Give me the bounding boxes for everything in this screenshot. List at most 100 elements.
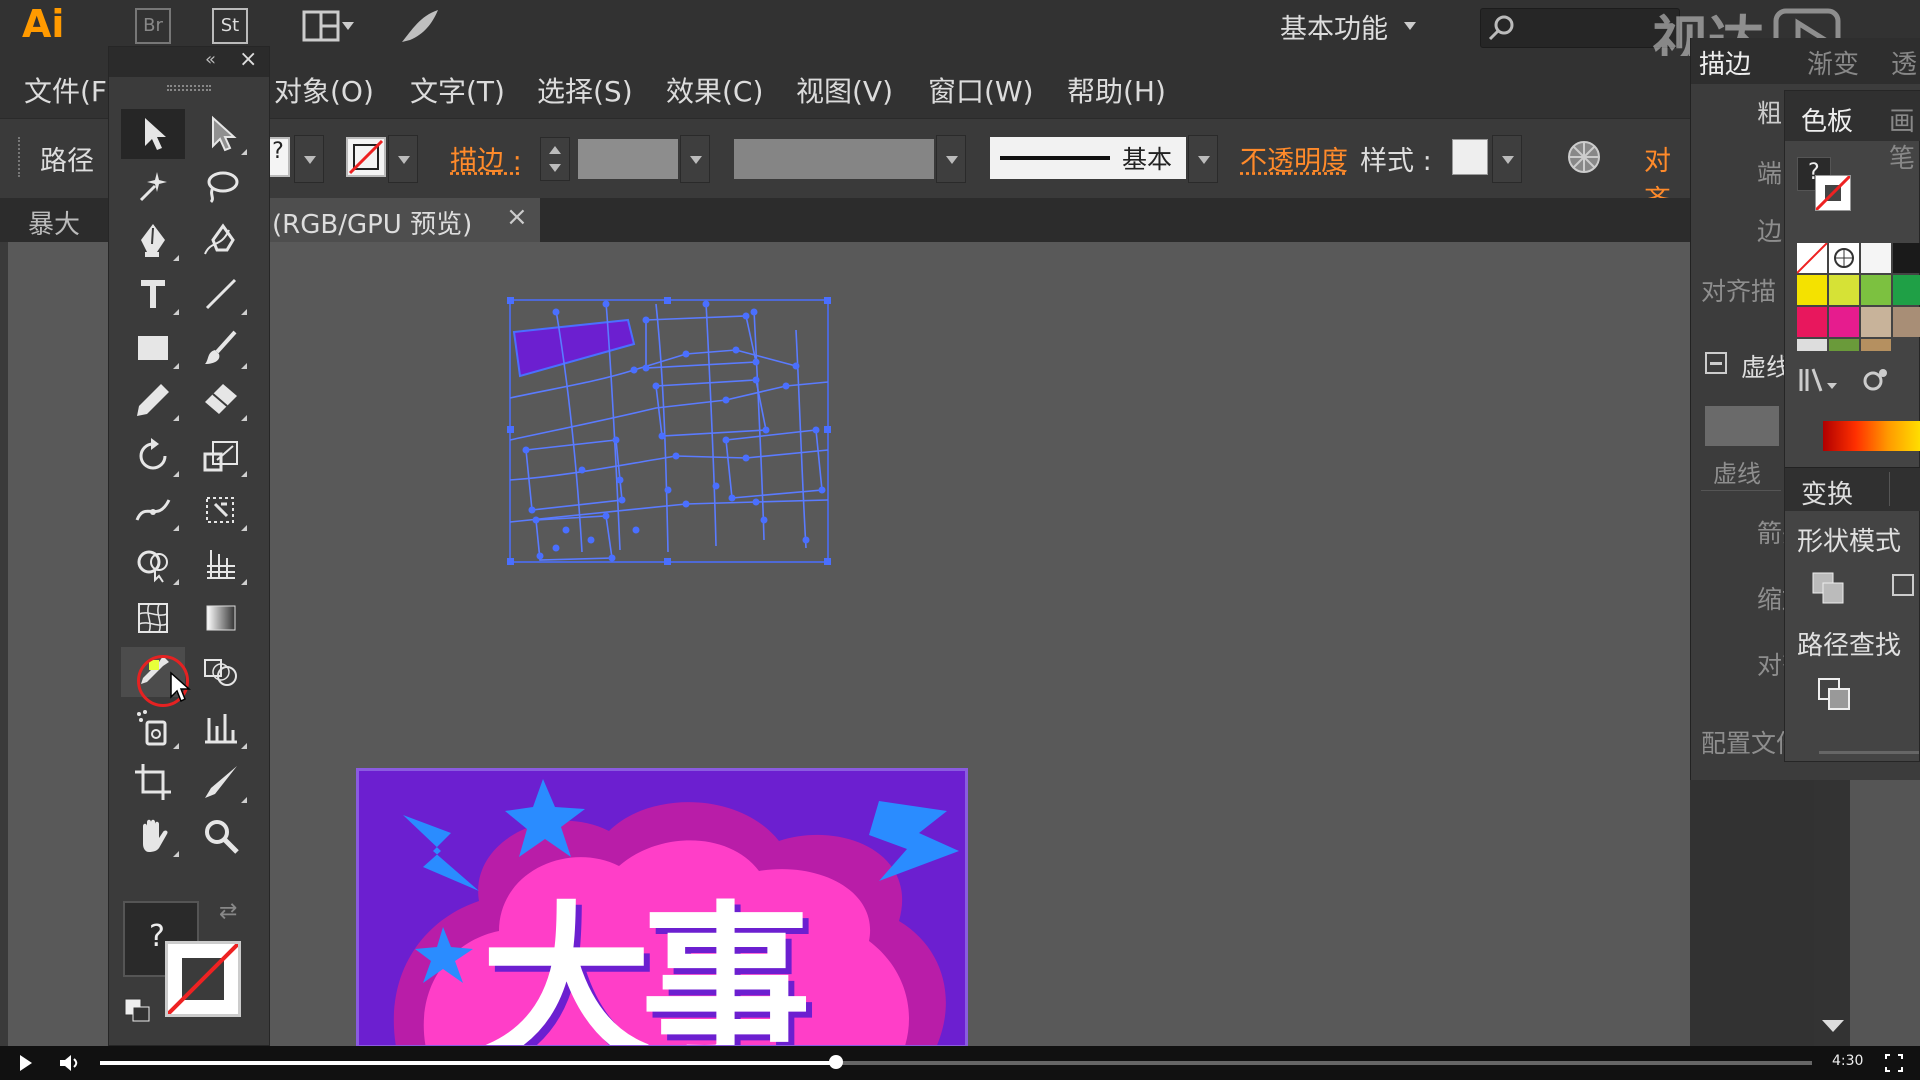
swatch-stroke-none[interactable]	[1815, 175, 1851, 211]
opacity-label[interactable]: 不透明度	[1240, 139, 1348, 178]
document-tab-inactive[interactable]: 暴大事	[0, 198, 100, 242]
close-panel-icon[interactable]: ×	[239, 47, 257, 72]
dash-field[interactable]	[1705, 406, 1779, 446]
grip-handle[interactable]	[18, 137, 22, 177]
dashed-line-checkbox[interactable]	[1705, 352, 1727, 374]
stroke-color-box[interactable]	[165, 941, 241, 1017]
scroll-down-icon[interactable]	[1818, 1016, 1848, 1036]
selection-tool[interactable]	[121, 109, 185, 159]
color-spectrum[interactable]	[1823, 421, 1920, 451]
default-fill-stroke-icon[interactable]	[123, 997, 151, 1023]
paintbrush-tool[interactable]	[189, 323, 253, 373]
unite-button[interactable]	[1811, 571, 1847, 607]
type-tool[interactable]	[121, 269, 185, 319]
pen-tool[interactable]	[121, 215, 185, 265]
gpu-performance-icon[interactable]	[398, 6, 442, 48]
stroke-weight-dropdown[interactable]	[680, 135, 710, 183]
hand-tool[interactable]	[121, 811, 185, 861]
menu-effect[interactable]: 效果(C)	[666, 70, 763, 110]
tab-transparency[interactable]: 透	[1891, 44, 1917, 81]
selected-artwork[interactable]	[496, 290, 836, 590]
symbol-sprayer-tool[interactable]	[121, 703, 185, 753]
stock-button[interactable]: St	[212, 8, 248, 44]
menu-help[interactable]: 帮助(H)	[1067, 70, 1166, 110]
unite-icon	[1811, 571, 1847, 607]
poster-artwork[interactable]: 大事	[356, 768, 968, 1048]
arrange-documents-button[interactable]	[302, 10, 356, 44]
volume-icon[interactable]	[58, 1053, 82, 1073]
divide-button[interactable]	[1817, 677, 1853, 713]
tab-swatches[interactable]: 色板	[1801, 101, 1853, 138]
gradient-tool[interactable]	[189, 593, 253, 643]
fill-swatch[interactable]: ?	[268, 137, 290, 177]
stroke-swatch[interactable]	[346, 137, 386, 177]
line-segment-tool[interactable]	[189, 269, 253, 319]
eraser-tool[interactable]	[189, 375, 253, 425]
direct-selection-tool[interactable]	[189, 109, 253, 159]
pen-icon	[133, 220, 173, 260]
perspective-grid-tool[interactable]	[189, 539, 253, 589]
panel-resize-grip[interactable]	[1819, 751, 1919, 754]
brush-definition[interactable]: 基本	[990, 137, 1186, 179]
close-tab-button[interactable]: ×	[506, 202, 528, 232]
document-tab-active[interactable]: (RGB/GPU 预览) ×	[270, 198, 540, 242]
menu-select[interactable]: 选择(S)	[537, 70, 633, 110]
variable-width-dropdown[interactable]	[936, 135, 966, 183]
bridge-button[interactable]: Br	[135, 8, 171, 44]
width-tool[interactable]	[121, 485, 185, 535]
fullscreen-icon[interactable]	[1884, 1053, 1904, 1073]
workspace-switcher[interactable]: 基本功能	[1280, 6, 1416, 46]
graphic-style-dropdown[interactable]	[1492, 135, 1522, 183]
swatch-libraries-button[interactable]	[1797, 365, 1841, 395]
tab-brushes[interactable]: 画笔	[1889, 101, 1920, 175]
stroke-weight-field[interactable]	[578, 139, 678, 179]
rectangle-tool[interactable]	[121, 323, 185, 373]
video-progress-track[interactable]	[100, 1061, 1812, 1065]
brush-dropdown[interactable]	[1188, 135, 1218, 183]
curvature-tool[interactable]	[189, 215, 253, 265]
swap-fill-stroke-icon[interactable]: ⇄	[219, 899, 237, 924]
tab-stroke[interactable]: 描边	[1699, 44, 1751, 81]
toolbox-grip[interactable]	[167, 85, 211, 91]
blend-tool[interactable]	[189, 647, 253, 697]
graphic-style-swatch[interactable]	[1452, 139, 1488, 175]
stroke-label[interactable]: 描边 :	[450, 139, 522, 178]
tab-gradient[interactable]: 渐变	[1807, 44, 1859, 81]
menu-file[interactable]: 文件(F)	[24, 70, 118, 110]
slice-tool[interactable]	[189, 757, 253, 807]
collapse-panel-icon[interactable]: «	[205, 49, 216, 70]
variable-width-profile[interactable]	[734, 139, 934, 179]
rotate-tool[interactable]	[121, 431, 185, 481]
artboard-tool[interactable]	[121, 757, 185, 807]
video-progress-thumb[interactable]	[829, 1055, 843, 1069]
stroke-weight-stepper[interactable]	[540, 137, 570, 181]
zoom-tool[interactable]	[189, 811, 253, 861]
magic-wand-tool[interactable]	[121, 161, 185, 211]
menu-view[interactable]: 视图(V)	[796, 70, 893, 110]
lasso-tool[interactable]	[189, 161, 253, 211]
vertical-scrollbar-2[interactable]	[1850, 780, 1920, 1046]
stroke-dropdown[interactable]	[388, 135, 418, 183]
vertical-scrollbar[interactable]	[1814, 780, 1850, 1046]
shape-builder-icon	[133, 544, 173, 584]
menu-window[interactable]: 窗口(W)	[928, 70, 1034, 110]
mesh-tool[interactable]	[121, 593, 185, 643]
minus-front-button[interactable]	[1889, 571, 1919, 607]
pencil-tool[interactable]	[121, 375, 185, 425]
search-input[interactable]	[1480, 8, 1680, 48]
menu-bar: 文件(F) 对象(O) 文字(T) 选择(S) 效果(C) 视图(V) 窗口(W…	[0, 56, 1920, 118]
swatch-options-button[interactable]	[1861, 365, 1891, 395]
fill-dropdown[interactable]	[294, 135, 324, 183]
tab-transform[interactable]: 变换	[1801, 474, 1853, 511]
shape-builder-tool[interactable]	[121, 539, 185, 589]
scale-tool[interactable]	[189, 431, 253, 481]
recolor-artwork-icon[interactable]	[1566, 139, 1602, 175]
swatch-grid[interactable]	[1797, 243, 1920, 351]
menu-type[interactable]: 文字(T)	[410, 70, 505, 110]
toolbox-header: « ×	[109, 47, 269, 77]
column-graph-tool[interactable]	[189, 703, 253, 753]
paintbrush-icon	[201, 328, 241, 368]
play-icon[interactable]	[16, 1053, 36, 1073]
menu-object[interactable]: 对象(O)	[274, 70, 374, 110]
free-transform-tool[interactable]	[189, 485, 253, 535]
